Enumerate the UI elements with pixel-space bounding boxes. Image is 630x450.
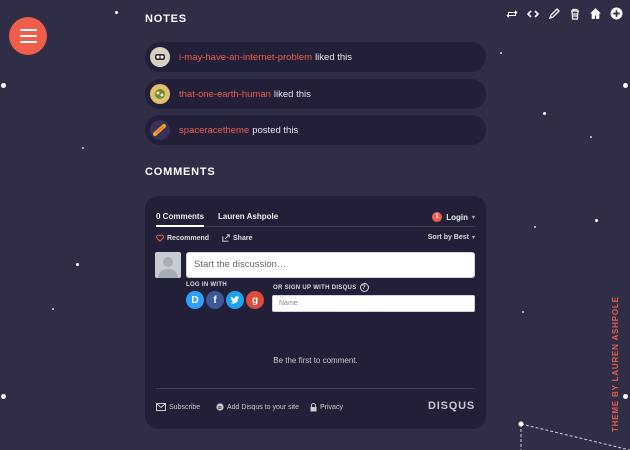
heart-icon bbox=[156, 234, 164, 242]
svg-text:D: D bbox=[218, 405, 222, 411]
user-avatar[interactable] bbox=[150, 84, 170, 104]
note-item: that-one-earth-human liked this bbox=[145, 79, 486, 109]
embed-icon[interactable] bbox=[525, 6, 540, 21]
note-user-link[interactable]: i-may-have-an-internet-problem bbox=[179, 52, 312, 63]
login-with-label: LOG IN WITH bbox=[186, 282, 227, 288]
reblog-icon[interactable] bbox=[504, 6, 519, 21]
empty-comments-text: Be the first to comment. bbox=[273, 356, 358, 365]
share-icon bbox=[222, 234, 230, 242]
chevron-down-icon: ▾ bbox=[471, 235, 475, 241]
note-action: liked this bbox=[315, 51, 353, 63]
note-item: i-may-have-an-internet-problem liked thi… bbox=[145, 42, 486, 72]
login-dropdown[interactable]: 1 Login ▾ bbox=[432, 212, 475, 222]
social-login-buttons: D f g bbox=[186, 291, 264, 309]
signup-label-row: OR SIGN UP WITH DISQUS ? bbox=[273, 283, 369, 292]
notification-badge: 1 bbox=[432, 212, 443, 222]
edit-icon[interactable] bbox=[546, 6, 561, 21]
user-avatar-placeholder bbox=[155, 252, 181, 278]
note-user-link[interactable]: spaceracetheme bbox=[179, 125, 249, 136]
name-field[interactable]: Name bbox=[272, 295, 475, 312]
privacy-link[interactable]: Privacy bbox=[310, 403, 343, 412]
subscribe-link[interactable]: Subscribe bbox=[156, 403, 200, 411]
note-action: liked this bbox=[273, 88, 311, 100]
disqus-login-icon[interactable]: D bbox=[186, 291, 204, 309]
tab-comments[interactable]: 0 Comments bbox=[156, 212, 205, 227]
follow-icon[interactable] bbox=[609, 6, 624, 21]
lock-icon bbox=[310, 403, 317, 412]
facebook-login-icon[interactable]: f bbox=[206, 291, 224, 309]
help-icon[interactable]: ? bbox=[359, 283, 369, 292]
disqus-logo[interactable]: DISQUS bbox=[428, 400, 475, 412]
user-avatar[interactable] bbox=[150, 47, 170, 67]
note-user-link[interactable]: that-one-earth-human bbox=[179, 89, 271, 100]
sort-dropdown[interactable]: Sort by Best ▾ bbox=[428, 234, 475, 241]
user-avatar[interactable] bbox=[150, 120, 170, 140]
add-disqus-link[interactable]: D Add Disqus to your site bbox=[216, 403, 299, 411]
disqus-panel: 0 Comments Lauren Ashpole 1 Login ▾ Reco… bbox=[145, 196, 486, 429]
envelope-icon bbox=[156, 403, 166, 411]
menu-button[interactable] bbox=[9, 17, 47, 55]
login-label: Login bbox=[446, 212, 468, 222]
post-controls bbox=[504, 6, 624, 21]
home-icon[interactable] bbox=[588, 6, 603, 21]
delete-icon[interactable] bbox=[567, 6, 582, 21]
note-item: spaceracetheme posted this bbox=[145, 115, 486, 145]
theme-credit-link[interactable]: THEME BY LAUREN ASHPOLE bbox=[611, 296, 620, 432]
disqus-icon: D bbox=[216, 403, 224, 411]
hamburger-icon bbox=[19, 29, 37, 31]
notes-heading: NOTES bbox=[145, 13, 187, 25]
twitter-login-icon[interactable] bbox=[226, 291, 244, 309]
note-action: posted this bbox=[252, 124, 299, 136]
tab-community[interactable]: Lauren Ashpole bbox=[218, 212, 278, 221]
google-login-icon[interactable]: g bbox=[246, 291, 264, 309]
disqus-tabs: 0 Comments Lauren Ashpole 1 Login ▾ bbox=[156, 212, 475, 227]
comment-input[interactable]: Start the discussion… bbox=[186, 252, 475, 278]
recommend-button[interactable]: Recommend bbox=[156, 234, 209, 242]
share-button[interactable]: Share bbox=[222, 234, 252, 242]
disqus-footer: Subscribe D Add Disqus to your site Priv… bbox=[156, 388, 475, 418]
comments-heading: COMMENTS bbox=[145, 166, 216, 178]
chevron-down-icon: ▾ bbox=[471, 214, 475, 221]
